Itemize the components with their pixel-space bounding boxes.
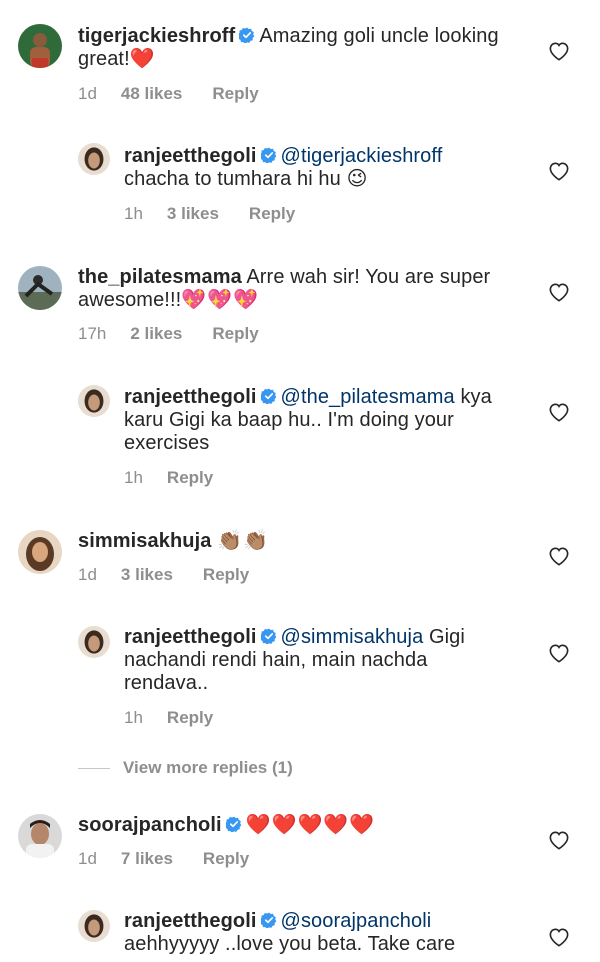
timestamp: 1d (78, 565, 97, 584)
verified-badge-icon (260, 147, 277, 163)
comment-username[interactable]: tigerjackieshroff (78, 25, 235, 47)
comment-username[interactable]: ranjeetthegoli (124, 145, 257, 167)
emoji: 👏🏽👏🏽 (217, 530, 269, 552)
comment-username[interactable]: soorajpancholi (78, 814, 222, 836)
comment-meta: 1d 3 likes Reply (78, 565, 249, 585)
comment-body: chacha to tumhara hi hu (124, 168, 341, 190)
comment-text: tigerjackieshroff Amazing goli uncle look… (78, 25, 528, 71)
like-heart-icon[interactable] (548, 546, 570, 566)
avatar[interactable] (18, 814, 62, 858)
likes-count[interactable]: 3 likes (167, 204, 219, 224)
timestamp: 1h (124, 708, 143, 727)
emoji: 💖💖💖 (181, 289, 259, 311)
avatar[interactable] (18, 24, 62, 68)
mention-link[interactable]: @tigerjackieshroff (281, 145, 443, 167)
reply-button[interactable]: Reply (203, 565, 249, 585)
mention-link[interactable]: @simmisakhuja (281, 626, 424, 648)
comment-meta: 1h Reply (124, 468, 213, 488)
likes-count[interactable]: 48 likes (121, 84, 182, 104)
mention-link[interactable]: @the_pilatesmama (281, 386, 455, 408)
avatar[interactable] (78, 143, 110, 175)
comment-text: ranjeetthegoli @the_pilatesmama kya karu … (124, 386, 504, 455)
reply-button[interactable]: Reply (212, 84, 258, 104)
verified-badge-icon (225, 816, 242, 832)
like-heart-icon[interactable] (548, 282, 570, 302)
mention-link[interactable]: @soorajpancholi (281, 910, 432, 932)
timestamp: 1h (124, 468, 143, 487)
timestamp: 1h (124, 204, 143, 223)
comment-username[interactable]: the_pilatesmama (78, 266, 242, 288)
timestamp: 1d (78, 849, 97, 868)
divider (78, 767, 110, 769)
comment-meta: 1d 7 likes Reply (78, 849, 249, 869)
comment-meta: 17h 2 likes Reply (78, 324, 259, 344)
likes-count[interactable]: 2 likes (130, 324, 182, 344)
verified-badge-icon (260, 912, 277, 928)
avatar[interactable] (18, 266, 62, 310)
timestamp: 1d (78, 84, 97, 103)
timestamp: 17h (78, 324, 107, 343)
like-heart-icon[interactable] (548, 643, 570, 663)
avatar[interactable] (78, 385, 110, 417)
verified-badge-icon (260, 628, 277, 644)
reply-button[interactable]: Reply (212, 324, 258, 344)
avatar[interactable] (78, 626, 110, 658)
comment-username[interactable]: ranjeetthegoli (124, 386, 257, 408)
comment-text: ranjeetthegoli @tigerjackieshroff chacha t… (124, 145, 544, 191)
avatar[interactable] (18, 530, 62, 574)
reply-button[interactable]: Reply (203, 849, 249, 869)
likes-count[interactable]: 7 likes (121, 849, 173, 869)
verified-badge-icon (260, 388, 277, 404)
view-more-replies-label[interactable]: View more replies (1) (123, 758, 293, 778)
comment-text: ranjeetthegoli @simmisakhuja Gigi nachand… (124, 626, 504, 695)
comment-meta: 1d 48 likes Reply (78, 84, 259, 104)
comment-text: soorajpancholi ❤️❤️❤️❤️❤️ (78, 814, 528, 837)
like-heart-icon[interactable] (548, 161, 570, 181)
reply-button[interactable]: Reply (249, 204, 295, 224)
like-heart-icon[interactable] (548, 402, 570, 422)
like-heart-icon[interactable] (548, 927, 570, 947)
comment-text: the_pilatesmama Arre wah sir! You are su… (78, 266, 528, 312)
reply-button[interactable]: Reply (167, 468, 213, 488)
comment-text: ranjeetthegoli @soorajpancholi aehhyyyyy .… (124, 910, 524, 956)
comment-username[interactable]: ranjeetthegoli (124, 910, 257, 932)
emoji: 😉 (346, 168, 368, 190)
avatar[interactable] (78, 910, 110, 942)
verified-badge-icon (239, 27, 255, 43)
comment-meta: 1h Reply (124, 708, 213, 728)
comment-username[interactable]: simmisakhuja (78, 530, 212, 552)
view-more-replies-button[interactable]: View more replies (1) (78, 758, 293, 778)
comment-text: simmisakhuja 👏🏽👏🏽 (78, 530, 528, 553)
like-heart-icon[interactable] (548, 41, 570, 61)
reply-button[interactable]: Reply (167, 708, 213, 728)
like-heart-icon[interactable] (548, 830, 570, 850)
comment-username[interactable]: ranjeetthegoli (124, 626, 257, 648)
comment-meta: 1h 3 likes Reply (124, 204, 295, 224)
emoji: ❤️ (129, 48, 155, 70)
comment-body: aehhyyyyy ..love you beta. Take care (124, 933, 456, 955)
emoji: ❤️❤️❤️❤️❤️ (245, 814, 376, 836)
likes-count[interactable]: 3 likes (121, 565, 173, 585)
